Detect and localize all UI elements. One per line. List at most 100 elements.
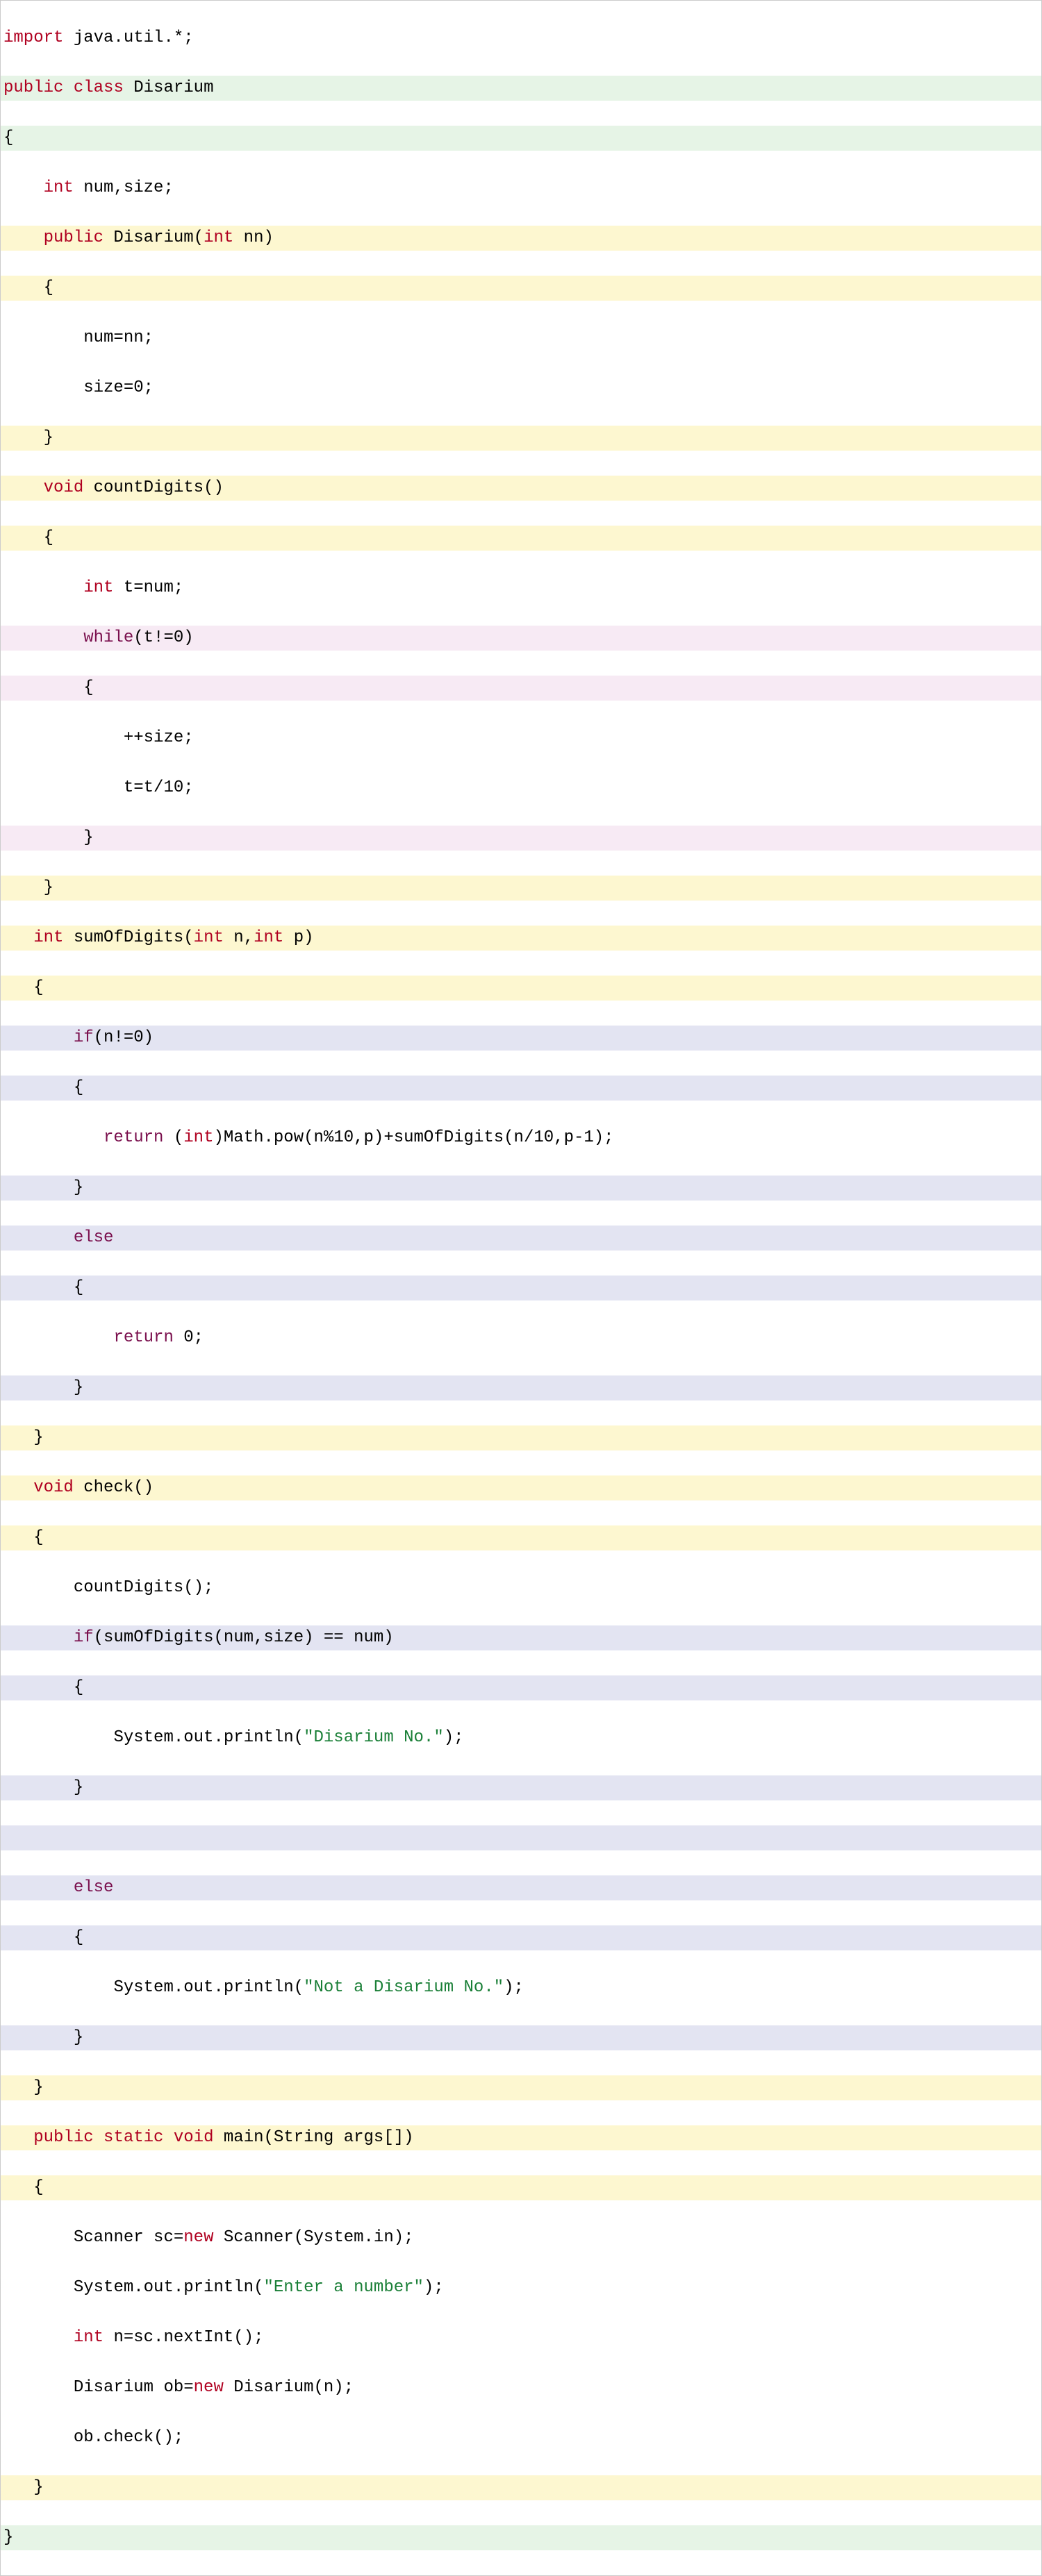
code-line: } — [1, 426, 1041, 451]
code-line: System.out.println("Not a Disarium No.")… — [1, 1975, 1041, 2000]
keyword-public: public — [33, 2128, 93, 2147]
keyword-new: new — [183, 2228, 213, 2247]
code-line: int t=num; — [1, 576, 1041, 601]
code-line: Disarium ob=new Disarium(n); — [1, 2375, 1041, 2400]
code-line: void countDigits() — [1, 476, 1041, 501]
code-text: sumOfDigits( — [63, 928, 193, 947]
code-line — [1, 1825, 1041, 1850]
code-line: { — [1, 1076, 1041, 1101]
code-text: ob.check(); — [74, 2428, 183, 2447]
brace-close: } — [3, 2528, 13, 2547]
code-text: Disarium( — [104, 228, 204, 247]
string-literal: "Enter a number" — [263, 2278, 423, 2297]
code-text: System.out.println( — [113, 1728, 304, 1747]
keyword-new: new — [194, 2378, 224, 2397]
class-name: Disarium — [124, 78, 214, 97]
code-text: nn) — [233, 228, 274, 247]
brace-close: } — [44, 878, 53, 897]
code-line: } — [1, 1425, 1041, 1450]
code-text: t=t/10; — [124, 778, 194, 797]
keyword-int: int — [44, 178, 74, 197]
code-line: { — [1, 676, 1041, 701]
code-text: countDigits() — [83, 478, 224, 497]
code-line: { — [1, 126, 1041, 151]
code-text: countDigits(); — [74, 1578, 214, 1597]
brace-close: } — [33, 2078, 43, 2097]
keyword-import: import — [3, 28, 63, 47]
code-text: main(String args[]) — [213, 2128, 413, 2147]
code-text: (t!=0) — [133, 628, 193, 647]
code-line: { — [1, 1675, 1041, 1700]
code-line: return (int)Math.pow(n%10,p)+sumOfDigits… — [1, 1126, 1041, 1151]
brace-close: } — [44, 428, 53, 447]
code-line: { — [1, 526, 1041, 551]
string-literal: "Disarium No." — [304, 1728, 444, 1747]
code-line: int n=sc.nextInt(); — [1, 2325, 1041, 2350]
keyword-return: return — [113, 1328, 173, 1347]
code-line: } — [1, 2475, 1041, 2500]
code-line: else — [1, 1875, 1041, 1900]
brace-close: } — [33, 2478, 43, 2497]
keyword-public: public — [44, 228, 104, 247]
brace-open: { — [74, 1278, 83, 1297]
brace-open: { — [83, 678, 93, 697]
brace-close: } — [83, 828, 93, 847]
keyword-if: if — [74, 1028, 94, 1047]
code-line: } — [1, 1775, 1041, 1800]
code-line: { — [1, 276, 1041, 301]
code-line: { — [1, 1276, 1041, 1300]
brace-open: { — [33, 1528, 43, 1547]
code-line: { — [1, 1525, 1041, 1550]
code-line: } — [1, 826, 1041, 851]
keyword-else: else — [74, 1228, 114, 1247]
keyword-else: else — [74, 1878, 114, 1897]
brace-close: } — [74, 1778, 83, 1797]
code-text: p) — [283, 928, 313, 947]
keyword-int: int — [83, 578, 113, 597]
brace-open: { — [33, 978, 43, 997]
brace-open: { — [33, 2178, 43, 2197]
code-text: Disarium ob= — [74, 2378, 194, 2397]
code-text: ++size; — [124, 728, 194, 747]
code-text: (n!=0) — [94, 1028, 154, 1047]
code-line: if(n!=0) — [1, 1026, 1041, 1051]
code-text: (sumOfDigits(num,size) == num) — [94, 1628, 394, 1647]
code-text: Scanner sc= — [74, 2228, 183, 2247]
code-line: { — [1, 1925, 1041, 1950]
brace-close: } — [74, 2028, 83, 2047]
code-line: ob.check(); — [1, 2425, 1041, 2450]
keyword-void: void — [33, 1478, 74, 1497]
code-text: check() — [74, 1478, 154, 1497]
brace-open: { — [74, 1678, 83, 1697]
keyword-static: static — [104, 2128, 163, 2147]
code-line: } — [1, 2525, 1041, 2550]
code-text: n, — [224, 928, 254, 947]
code-text: 0; — [174, 1328, 204, 1347]
keyword-while: while — [83, 628, 133, 647]
code-line: Scanner sc=new Scanner(System.in); — [1, 2225, 1041, 2250]
code-line: System.out.println("Disarium No."); — [1, 1725, 1041, 1750]
code-line: { — [1, 2175, 1041, 2200]
code-text: System.out.println( — [74, 2278, 264, 2297]
keyword-return: return — [104, 1128, 163, 1147]
code-line: public Disarium(int nn) — [1, 226, 1041, 251]
code-text: Scanner(System.in); — [213, 2228, 413, 2247]
brace-open: { — [74, 1928, 83, 1947]
code-line: return 0; — [1, 1325, 1041, 1350]
code-line: ++size; — [1, 726, 1041, 751]
code-text: )Math.pow(n%10,p)+sumOfDigits(n/10,p-1); — [213, 1128, 613, 1147]
brace-close: } — [33, 1428, 43, 1447]
code-line: } — [1, 1375, 1041, 1400]
keyword-int: int — [254, 928, 283, 947]
keyword-int: int — [194, 928, 224, 947]
code-text: Disarium(n); — [224, 2378, 354, 2397]
code-line: import java.util.*; — [1, 26, 1041, 51]
brace-open: { — [3, 128, 13, 147]
code-line: System.out.println("Enter a number"); — [1, 2275, 1041, 2300]
keyword-public: public — [3, 78, 63, 97]
code-text: ( — [163, 1128, 183, 1147]
code-line: public static void main(String args[]) — [1, 2125, 1041, 2150]
code-text: num,size; — [74, 178, 174, 197]
code-line: { — [1, 976, 1041, 1001]
code-text: System.out.println( — [113, 1978, 304, 1997]
